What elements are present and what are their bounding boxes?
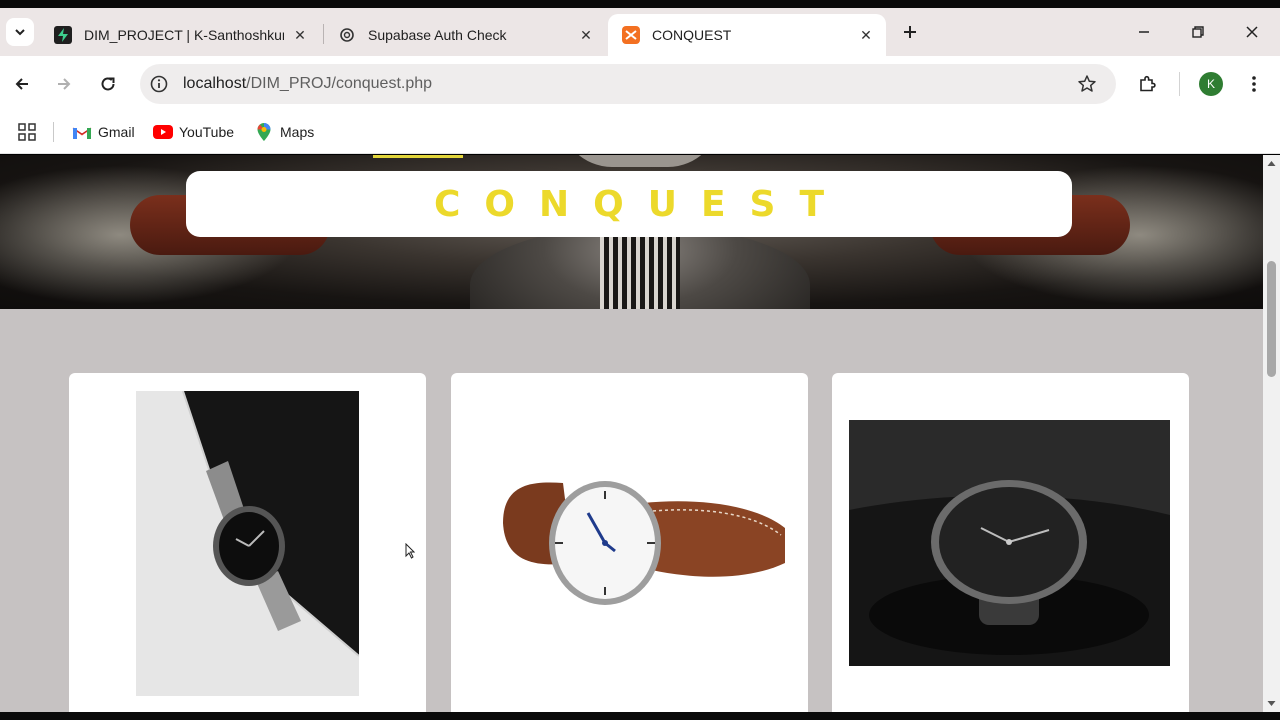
new-tab-button[interactable] (898, 20, 922, 44)
reload-button[interactable] (94, 70, 122, 98)
page-title: CONQUEST (433, 183, 849, 225)
hero-accent-line (373, 155, 463, 158)
minimize-icon (1139, 31, 1149, 33)
reload-icon (101, 77, 115, 91)
product-grid (0, 309, 1263, 712)
youtube-icon (153, 123, 173, 141)
product-card[interactable] (69, 373, 426, 712)
scrollbar-thumb[interactable] (1267, 261, 1276, 377)
supabase-icon (54, 26, 72, 44)
hero-banner: CONQUEST (0, 155, 1263, 309)
os-bottom-bar (0, 712, 1280, 720)
tab-supabase-auth-check[interactable]: Supabase Auth Check ✕ (324, 14, 606, 56)
arrow-left-icon (15, 78, 28, 90)
restore-icon (1192, 26, 1204, 38)
extensions-button[interactable] (1133, 70, 1161, 98)
url-path: /DIM_PROJ/conquest.php (246, 75, 433, 92)
close-window-button[interactable] (1240, 20, 1264, 44)
address-bar[interactable]: localhost/DIM_PROJ/conquest.php (140, 64, 1116, 104)
tab-search-button[interactable] (6, 18, 34, 46)
tab-title: Supabase Auth Check (368, 27, 507, 43)
close-icon[interactable]: ✕ (856, 25, 876, 45)
tab-conquest[interactable]: CONQUEST ✕ (608, 14, 886, 56)
page-scrollbar[interactable] (1263, 155, 1280, 712)
browser-toolbar: localhost/DIM_PROJ/conquest.php K (0, 56, 1280, 112)
bookmarks-bar: Gmail YouTube Maps (0, 112, 1280, 154)
back-button[interactable] (8, 70, 36, 98)
arrow-right-icon (58, 78, 71, 90)
profile-avatar[interactable]: K (1199, 72, 1223, 96)
hero-title-card: CONQUEST (186, 171, 1072, 237)
gmail-icon (72, 123, 92, 141)
maps-icon (254, 123, 274, 141)
mouse-cursor-icon (405, 543, 415, 559)
close-icon[interactable]: ✕ (290, 25, 310, 45)
site-info-icon[interactable] (149, 74, 169, 94)
minimize-button[interactable] (1132, 20, 1156, 44)
product-card[interactable] (832, 373, 1189, 712)
product-card[interactable] (451, 373, 808, 712)
os-top-bar (0, 0, 1280, 8)
tab-title: DIM_PROJECT | K-Santhoshkum (84, 27, 284, 43)
restore-button[interactable] (1186, 20, 1210, 44)
hero-watch-face (560, 155, 720, 167)
chatgpt-icon (338, 26, 356, 44)
tab-strip: DIM_PROJECT | K-Santhoshkum ✕ Supabase A… (0, 8, 1280, 56)
scroll-up-arrow-icon[interactable] (1266, 158, 1277, 169)
menu-button[interactable] (1240, 70, 1268, 98)
apps-grid-icon[interactable] (16, 121, 38, 143)
hero-watch-bars (600, 235, 680, 309)
bookmark-label: Gmail (98, 124, 135, 140)
bookmark-label: Maps (280, 124, 315, 140)
scroll-down-arrow-icon[interactable] (1266, 698, 1277, 709)
xampp-icon (622, 26, 640, 44)
product-image-leather-watch[interactable] (493, 443, 793, 613)
bookmark-label: YouTube (179, 124, 235, 140)
bookmarks-separator (53, 122, 54, 142)
tab-dim-project[interactable]: DIM_PROJECT | K-Santhoshkum ✕ (40, 14, 320, 56)
puzzle-icon (1140, 75, 1156, 92)
url-host: localhost (183, 75, 247, 92)
bookmark-maps[interactable]: Maps (254, 121, 314, 143)
chevron-down-icon (15, 29, 25, 36)
plus-icon (904, 26, 916, 38)
forward-button[interactable] (50, 70, 78, 98)
product-image-steel-watch[interactable] (136, 391, 359, 696)
close-icon (1246, 26, 1258, 38)
bookmark-star-icon[interactable] (1076, 73, 1098, 95)
tab-title: CONQUEST (652, 27, 732, 43)
page-viewport: CONQUEST (0, 155, 1263, 712)
toolbar-divider (1179, 72, 1180, 96)
kebab-menu-icon (1252, 76, 1256, 92)
close-icon[interactable]: ✕ (576, 25, 596, 45)
bookmark-gmail[interactable]: Gmail (72, 121, 135, 143)
product-image-dark-watch[interactable] (849, 420, 1170, 666)
bookmark-youtube[interactable]: YouTube (153, 121, 234, 143)
url-text: localhost/DIM_PROJ/conquest.php (183, 74, 432, 94)
